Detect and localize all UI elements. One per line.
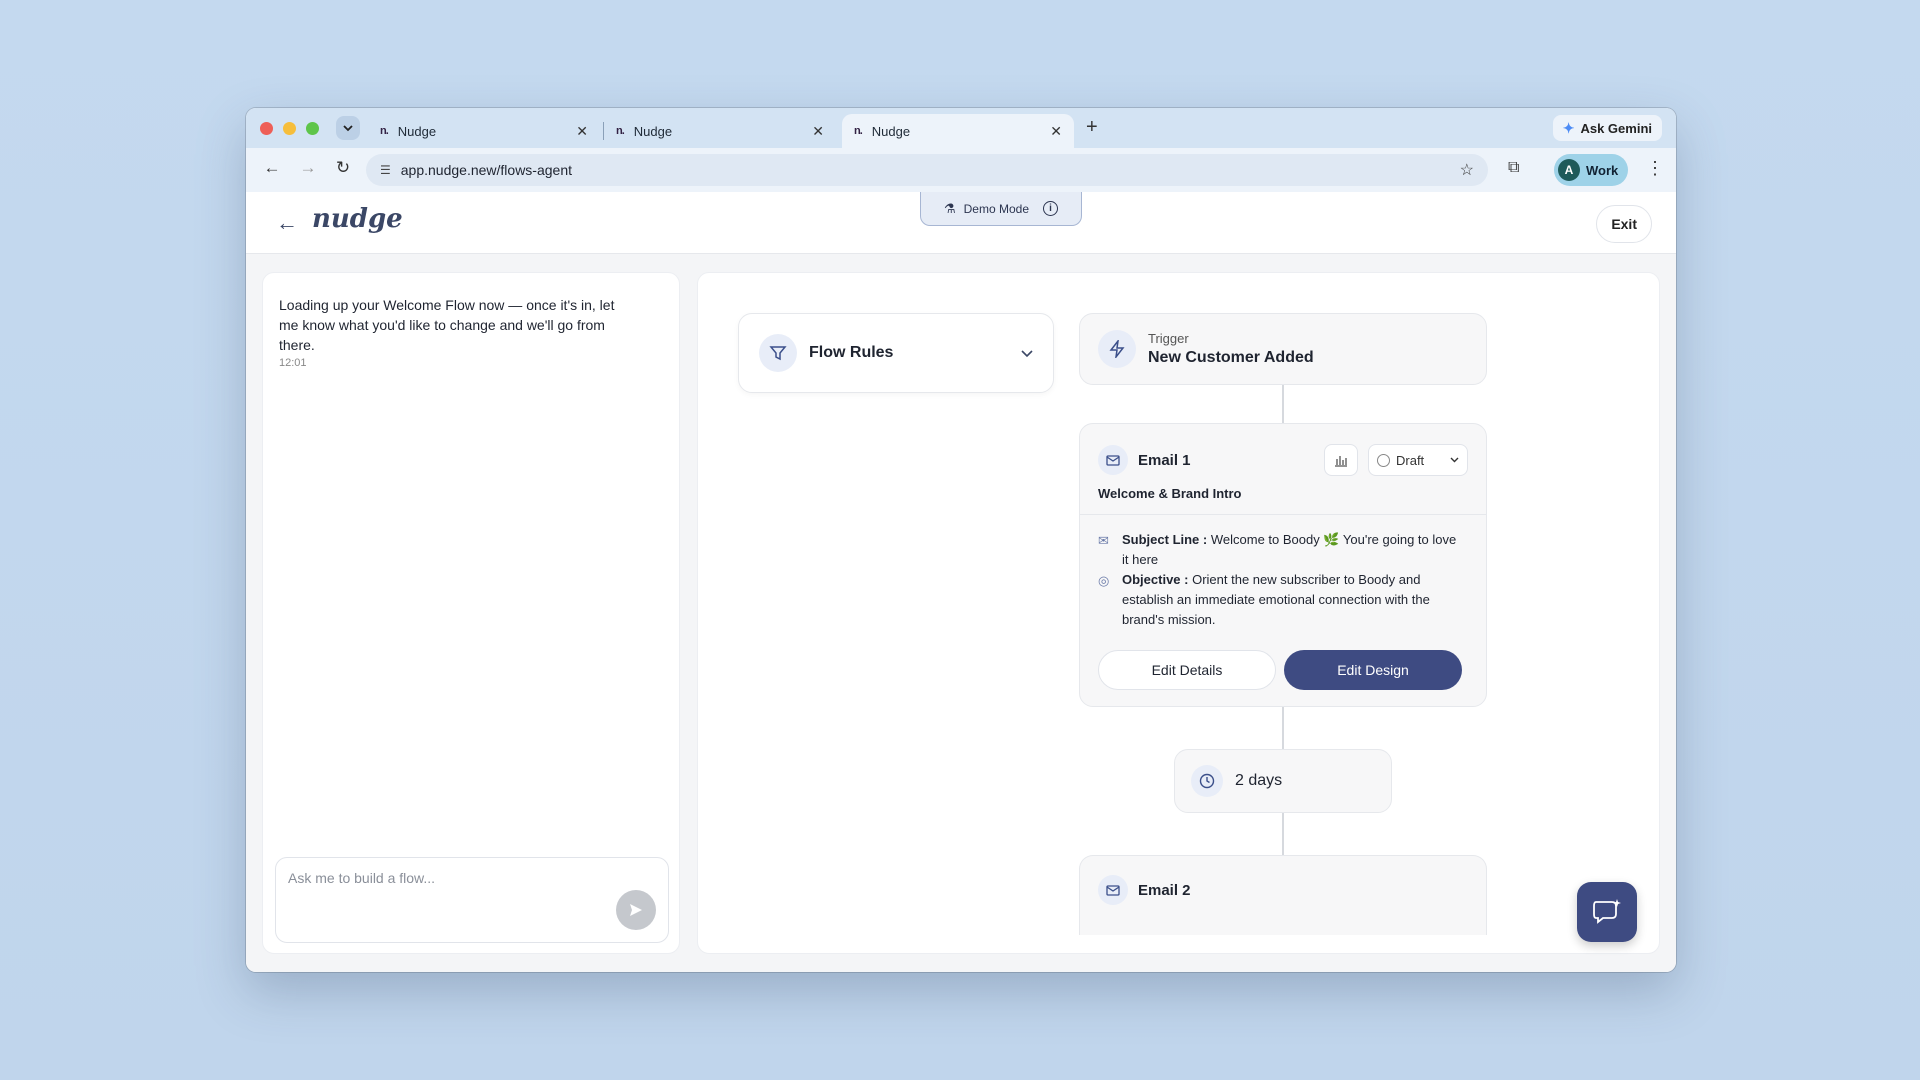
- email-2-title: Email 2: [1138, 881, 1191, 899]
- browser-menu-icon[interactable]: ⋮: [1646, 158, 1664, 179]
- mail-icon: [1098, 445, 1128, 475]
- agent-message: Loading up your Welcome Flow now — once …: [279, 297, 615, 353]
- chevron-down-icon: [1021, 345, 1033, 361]
- clock-icon: [1191, 765, 1223, 797]
- bar-chart-icon: [1335, 456, 1347, 467]
- nudge-logo: nudge: [312, 204, 403, 234]
- email-1-subtitle: Welcome & Brand Intro: [1098, 486, 1242, 501]
- email-1-header: Email 1 Draft: [1098, 442, 1468, 478]
- status-select[interactable]: Draft: [1368, 444, 1468, 476]
- stats-button[interactable]: [1324, 444, 1358, 476]
- status-label: Draft: [1396, 452, 1425, 468]
- delay-label: 2 days: [1235, 772, 1283, 789]
- divider: [1080, 514, 1486, 515]
- flow-canvas: Flow Rules Trigger New Customer Added Em…: [697, 272, 1660, 954]
- flask-icon: ⚗: [943, 200, 956, 216]
- chat-input-box[interactable]: [275, 857, 669, 943]
- target-icon: ◎: [1098, 573, 1110, 588]
- lightning-icon: [1098, 330, 1136, 368]
- close-tab-icon[interactable]: ✕: [576, 123, 588, 140]
- subject-line-text: Subject Line : Welcome to Boody 🌿 You're…: [1122, 530, 1466, 570]
- close-window-button[interactable]: [260, 122, 273, 135]
- url-text: app.nudge.new/flows-agent: [400, 162, 572, 178]
- nudge-favicon-icon: n.: [380, 125, 389, 137]
- status-circle-icon: [1377, 453, 1390, 467]
- close-tab-icon[interactable]: ✕: [812, 123, 824, 140]
- flow-connector: [1282, 707, 1284, 749]
- send-button[interactable]: [616, 890, 656, 930]
- bookmark-star-icon[interactable]: ☆: [1460, 160, 1474, 180]
- filter-icon: [759, 334, 797, 372]
- maximize-window-button[interactable]: [306, 122, 319, 135]
- exit-button[interactable]: Exit: [1596, 205, 1652, 243]
- email-1-actions: Edit Details Edit Design: [1098, 650, 1462, 690]
- chevron-down-icon: [343, 125, 353, 132]
- app-area: ← nudge ⚗ Demo Mode i Exit Loading up yo…: [246, 192, 1676, 972]
- profile-button[interactable]: A Work: [1554, 154, 1629, 186]
- minimize-window-button[interactable]: [283, 122, 296, 135]
- message-timestamp: 12:01: [279, 357, 307, 369]
- objective-text: Objective : Orient the new subscriber to…: [1122, 570, 1466, 630]
- avatar: A: [1558, 159, 1580, 181]
- tab-title: Nudge: [871, 123, 911, 139]
- browser-tab-1[interactable]: n. Nudge ✕: [368, 114, 600, 148]
- app-header: ← nudge ⚗ Demo Mode i Exit: [246, 192, 1676, 254]
- reload-icon[interactable]: ↻: [331, 158, 355, 178]
- trigger-text: Trigger New Customer Added: [1148, 331, 1314, 367]
- mail-icon: [1098, 875, 1128, 905]
- info-icon[interactable]: i: [1043, 201, 1059, 216]
- edit-design-button[interactable]: Edit Design: [1284, 650, 1462, 690]
- browser-tab-2[interactable]: n. Nudge ✕: [604, 114, 836, 148]
- back-arrow-icon[interactable]: ←: [276, 210, 298, 236]
- trigger-value: New Customer Added: [1148, 349, 1314, 366]
- subject-line-label: Subject Line :: [1122, 532, 1208, 547]
- chat-sparkle-icon[interactable]: [1577, 882, 1637, 942]
- gemini-sparkle-icon: ✦: [1562, 119, 1575, 136]
- ask-gemini-label: Ask Gemini: [1580, 120, 1652, 136]
- send-icon: [630, 904, 642, 916]
- trigger-label: Trigger: [1148, 331, 1189, 346]
- chevron-down-icon: [1450, 457, 1459, 463]
- profile-label: Work: [1586, 162, 1619, 178]
- flow-connector: [1282, 813, 1284, 855]
- email-2-header: Email 2: [1098, 872, 1468, 908]
- browser-window: n. Nudge ✕ n. Nudge ✕ n. Nudge ✕ + ✦ Ask…: [246, 108, 1676, 972]
- demo-mode-badge: ⚗ Demo Mode i: [920, 192, 1082, 226]
- chat-input[interactable]: [288, 870, 618, 886]
- browser-toolbar: ← → ↻ ☰ app.nudge.new/flows-agent ☆ ⧉ A …: [246, 148, 1676, 192]
- site-settings-icon[interactable]: ☰: [380, 163, 391, 177]
- close-tab-icon[interactable]: ✕: [1050, 123, 1062, 140]
- edit-details-button[interactable]: Edit Details: [1098, 650, 1276, 690]
- extensions-icon[interactable]: ⧉: [1508, 159, 1519, 177]
- browser-tab-3-active[interactable]: n. Nudge ✕: [842, 114, 1074, 148]
- flow-connector: [1282, 385, 1284, 423]
- tab-strip: n. Nudge ✕ n. Nudge ✕ n. Nudge ✕ + ✦ Ask…: [246, 108, 1676, 148]
- nudge-favicon-icon: n.: [854, 125, 863, 137]
- forward-icon[interactable]: →: [296, 158, 320, 178]
- mail-icon: ✉: [1098, 533, 1109, 548]
- new-tab-button[interactable]: +: [1086, 116, 1098, 139]
- flow-rules-dropdown[interactable]: Flow Rules: [738, 313, 1054, 393]
- objective-label: Objective :: [1122, 572, 1189, 587]
- delay-node[interactable]: 2 days: [1174, 749, 1392, 813]
- tab-title: Nudge: [633, 123, 673, 139]
- address-bar[interactable]: ☰ app.nudge.new/flows-agent ☆: [366, 154, 1488, 186]
- nudge-favicon-icon: n.: [616, 125, 625, 137]
- email-2-card[interactable]: Email 2: [1079, 855, 1487, 935]
- objective-field: ◎ Objective : Orient the new subscriber …: [1098, 570, 1466, 630]
- chat-panel: Loading up your Welcome Flow now — once …: [262, 272, 680, 954]
- subject-line-field: ✉ Subject Line : Welcome to Boody 🌿 You'…: [1098, 530, 1466, 570]
- back-icon[interactable]: ←: [260, 158, 284, 178]
- trigger-node[interactable]: Trigger New Customer Added: [1079, 313, 1487, 385]
- email-1-card: Email 1 Draft Welcome & Brand Intro ✉ Su…: [1079, 423, 1487, 707]
- ask-gemini-button[interactable]: ✦ Ask Gemini: [1552, 115, 1662, 141]
- email-1-title: Email 1: [1138, 451, 1191, 469]
- demo-mode-label: Demo Mode: [963, 201, 1030, 216]
- flow-rules-label: Flow Rules: [809, 344, 894, 361]
- tab-title: Nudge: [397, 123, 437, 139]
- tab-search-button[interactable]: [336, 116, 360, 140]
